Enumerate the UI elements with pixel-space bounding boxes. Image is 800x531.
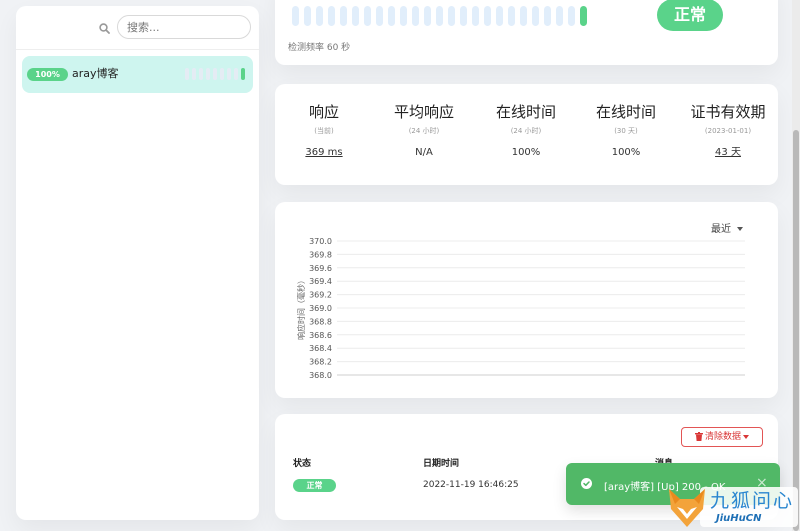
response-chart: 370.0 369.8 369.6 369.4 369.2 369.0 368.8 368.6… [296, 237, 745, 380]
caret-down-icon [743, 434, 749, 439]
stat-value: N/A [415, 147, 433, 158]
mini-heartbeat-tick [220, 68, 224, 80]
stat-label: 平均响应 [393, 103, 454, 121]
heartbeat-panel: 正常 检测频率 60 秒 [275, 0, 778, 65]
heartbeat-tick [568, 6, 575, 26]
response-chart-panel: 最近 370.0 369.8 369.6 369.4 369.2 369.0 368.8 36… [275, 202, 778, 398]
heartbeat-tick [508, 6, 515, 26]
trash-icon [694, 432, 703, 441]
watermark: 九狐问心 JiuHuCN [664, 484, 800, 531]
y-tick-label: 369.2 [309, 291, 332, 300]
stat-column: 在线时间 (24 小时) 100% [476, 84, 576, 159]
heartbeat-tick [484, 6, 491, 26]
heartbeat-tick [520, 6, 527, 26]
search-bar [16, 6, 259, 50]
y-axis-label: 响应时间（毫秒） [296, 276, 306, 340]
mini-heartbeat-tick [241, 68, 245, 80]
y-tick-label: 369.8 [309, 250, 332, 259]
y-tick-label: 368.2 [309, 358, 332, 367]
y-tick-label: 368.4 [309, 344, 332, 353]
heartbeat-tick [364, 6, 371, 26]
stat-value: 100% [611, 147, 641, 158]
page-scrollbar[interactable] [792, 0, 800, 531]
watermark-text-cn: 九狐问心 [710, 490, 795, 512]
stat-sublabel: (24 小时) [510, 127, 542, 135]
stat-column: 在线时间 (30 天) 100% [576, 84, 676, 159]
search-input[interactable] [117, 15, 251, 39]
stat-sublabel: (30 天) [614, 127, 638, 135]
clear-data-button[interactable]: 清除数据 [681, 427, 763, 447]
heartbeat-tick [340, 6, 347, 26]
uptime-badge: 100% [27, 68, 68, 81]
stat-sublabel: (2023-01-01) [704, 127, 752, 135]
y-tick-label: 368.6 [309, 331, 332, 340]
heartbeat-tick [496, 6, 503, 26]
stats-panel: 响应 (当前) 369 ms 平均响应 (24 小时) N/A 在线时间 (24 小时) 100… [275, 84, 778, 185]
stat-sublabel: (24 小时) [408, 127, 440, 135]
heartbeat-tick [436, 6, 443, 26]
heartbeat-tick [388, 6, 395, 26]
mini-heartbeat-tick [206, 68, 210, 80]
stat-column: 响应 (当前) 369 ms [274, 84, 374, 159]
clear-data-label: 清除数据 [704, 432, 741, 442]
heartbeat-tick [352, 6, 359, 26]
heartbeat-tick [400, 6, 407, 26]
event-status-badge: 正常 [293, 479, 336, 492]
monitor-item-aray[interactable]: 100% aray博客 [22, 56, 253, 93]
heartbeat-tick [448, 6, 455, 26]
y-tick-label: 369.0 [309, 304, 332, 313]
search-icon [99, 23, 110, 34]
y-tick-label: 368.0 [309, 371, 332, 380]
mini-heartbeat-tick [213, 68, 217, 80]
mini-heartbeat-tick [234, 68, 238, 80]
heartbeat-tick [304, 6, 311, 26]
stat-label: 响应 [308, 103, 339, 121]
y-tick-label: 368.8 [309, 317, 332, 326]
stat-sublabel: (当前) [314, 127, 334, 135]
y-tick-label: 369.4 [309, 277, 332, 286]
stat-column: 平均响应 (24 小时) N/A [374, 84, 474, 159]
heartbeat-tick [424, 6, 431, 26]
watermark-text-en: JiuHuCN [716, 513, 762, 524]
heartbeat-tick [556, 6, 563, 26]
mini-heartbeat-bar [185, 68, 245, 80]
heartbeat-tick [292, 6, 299, 26]
heartbeat-tick [376, 6, 383, 26]
stat-value[interactable]: 43 天 [678, 147, 778, 159]
heartbeat-tick [316, 6, 323, 26]
monitor-name: aray博客 [72, 67, 119, 80]
col-header-datetime: 日期时间 [423, 459, 460, 469]
stat-label: 在线时间 [495, 103, 556, 121]
stat-label: 证书有效期 [690, 103, 766, 121]
status-pill: 正常 [657, 0, 723, 31]
heartbeat-tick [544, 6, 551, 26]
col-header-status: 状态 [293, 459, 312, 469]
scrollbar-thumb[interactable] [793, 130, 799, 531]
check-circle-icon [581, 478, 592, 489]
mini-heartbeat-tick [227, 68, 231, 80]
stat-value: 100% [511, 147, 541, 158]
stat-label: 在线时间 [595, 103, 656, 121]
fox-logo-icon [669, 489, 705, 527]
stat-column: 证书有效期 (2023-01-01) 43 天 [678, 84, 778, 159]
y-tick-label: 370.0 [309, 237, 332, 246]
check-interval-text: 检测频率 60 秒 [288, 43, 351, 53]
y-tick-label: 369.6 [309, 264, 332, 273]
heartbeat-tick [412, 6, 419, 26]
event-datetime: 2022-11-19 16:46:25 [423, 480, 519, 490]
heartbeat-tick [328, 6, 335, 26]
heartbeat-bar [292, 6, 587, 26]
heartbeat-tick [460, 6, 467, 26]
mini-heartbeat-tick [199, 68, 203, 80]
heartbeat-tick [472, 6, 479, 26]
monitor-list-panel: 100% aray博客 [16, 6, 259, 520]
mini-heartbeat-tick [192, 68, 196, 80]
mini-heartbeat-tick [185, 68, 189, 80]
stat-value[interactable]: 369 ms [274, 147, 374, 159]
heartbeat-tick [532, 6, 539, 26]
heartbeat-tick [580, 6, 587, 26]
